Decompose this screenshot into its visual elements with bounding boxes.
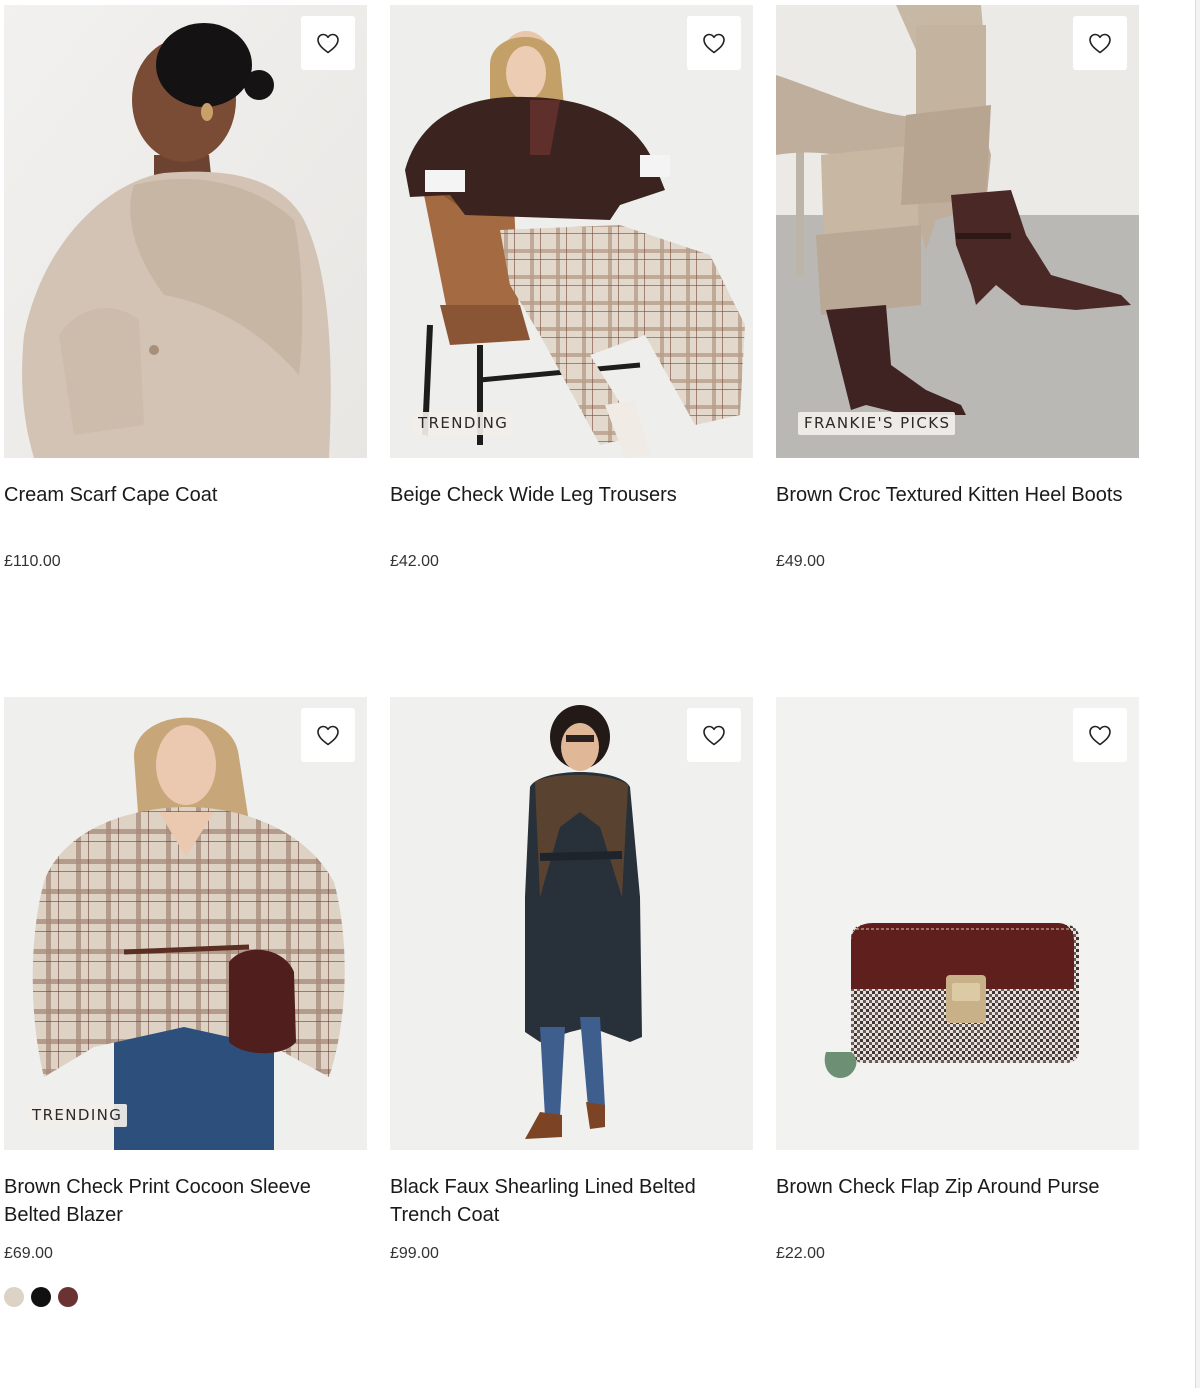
wishlist-button[interactable] [1073, 708, 1127, 762]
product-price: £110.00 [4, 553, 61, 570]
product-title[interactable]: Brown Croc Textured Kitten Heel Boots [776, 481, 1139, 537]
colour-swatch-burgundy[interactable] [58, 1287, 78, 1307]
product-card[interactable]: Black Faux Shearling Lined Belted Trench… [390, 697, 753, 1387]
product-card[interactable]: TRENDING Beige Check Wide Leg Trousers £… [390, 5, 753, 697]
product-image-check-blazer[interactable]: TRENDING [4, 697, 367, 1150]
check-purse-image [776, 697, 1139, 1150]
heart-outline-icon [317, 725, 339, 746]
product-title[interactable]: Beige Check Wide Leg Trousers [390, 481, 753, 537]
product-card[interactable]: Cream Scarf Cape Coat £110.00 [4, 5, 367, 697]
model-in-check-blazer-image [4, 697, 367, 1150]
colour-swatch-black[interactable] [31, 1287, 51, 1307]
product-price: £99.00 [390, 1245, 439, 1262]
heart-outline-icon [1089, 33, 1111, 54]
heart-outline-icon [703, 33, 725, 54]
heart-outline-icon [317, 33, 339, 54]
product-grid: Cream Scarf Cape Coat £110.00 TRENDING B… [4, 5, 1140, 1387]
wishlist-button[interactable] [687, 16, 741, 70]
product-card[interactable]: FRANKIE'S PICKS Brown Croc Textured Kitt… [776, 5, 1139, 697]
model-in-check-trousers-image [390, 5, 753, 458]
heart-outline-icon [1089, 725, 1111, 746]
product-title[interactable]: Brown Check Flap Zip Around Purse [776, 1173, 1139, 1229]
product-image-check-trousers[interactable]: TRENDING [390, 5, 753, 458]
product-price: £42.00 [390, 553, 439, 570]
trending-badge: TRENDING [26, 1104, 128, 1127]
product-image-shearling-trench[interactable] [390, 697, 753, 1150]
croc-boots-image [776, 5, 1139, 458]
product-image-croc-boots[interactable]: FRANKIE'S PICKS [776, 5, 1139, 458]
product-title[interactable]: Black Faux Shearling Lined Belted Trench… [390, 1173, 753, 1229]
heart-outline-icon [703, 725, 725, 746]
product-title[interactable]: Cream Scarf Cape Coat [4, 481, 367, 537]
product-price: £49.00 [776, 553, 825, 570]
wishlist-button[interactable] [687, 708, 741, 762]
product-card[interactable]: TRENDING Brown Check Print Cocoon Sleeve… [4, 697, 367, 1387]
product-card[interactable]: Brown Check Flap Zip Around Purse £22.00 [776, 697, 1139, 1387]
colour-swatch-cream[interactable] [4, 1287, 24, 1307]
trending-badge: TRENDING [412, 412, 514, 435]
product-price: £69.00 [4, 1245, 53, 1262]
wishlist-button[interactable] [301, 708, 355, 762]
scrollbar[interactable] [1195, 0, 1200, 1388]
product-image-check-purse[interactable] [776, 697, 1139, 1150]
product-listing-page: Cream Scarf Cape Coat £110.00 TRENDING B… [0, 0, 1200, 1388]
product-price: £22.00 [776, 1245, 825, 1262]
frankies-picks-badge: FRANKIE'S PICKS [798, 412, 956, 435]
colour-swatches [4, 1287, 78, 1307]
product-image-cream-cape-coat[interactable] [4, 5, 367, 458]
model-in-shearling-trench-image [390, 697, 753, 1150]
product-title[interactable]: Brown Check Print Cocoon Sleeve Belted B… [4, 1173, 367, 1229]
wishlist-button[interactable] [301, 16, 355, 70]
wishlist-button[interactable] [1073, 16, 1127, 70]
model-in-cape-coat-image [4, 5, 367, 458]
